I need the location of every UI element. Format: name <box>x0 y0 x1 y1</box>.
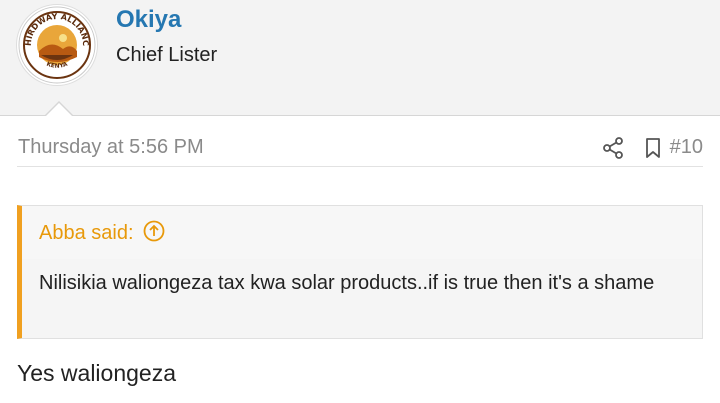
post-date-link[interactable]: Thursday at 5:56 PM <box>18 136 204 159</box>
header-pointer-inner <box>45 103 73 117</box>
share-icon[interactable] <box>601 136 625 160</box>
post-number-link[interactable]: #10 <box>670 136 703 159</box>
bookmark-icon[interactable] <box>641 136 665 160</box>
user-title: Chief Lister <box>116 44 218 66</box>
quote-author-link[interactable]: Abba said: <box>39 220 165 245</box>
post-meta-bar: Thursday at 5:56 PM #10 <box>17 132 703 167</box>
username-link[interactable]: Okiya <box>116 6 181 34</box>
post-user-header: THIRDWAY ALLIANCE KENYA Okiya Chief List… <box>0 0 720 116</box>
quote-block: Abba said: Nilisikia waliongeza tax kwa … <box>17 205 703 339</box>
thirdway-alliance-logo: THIRDWAY ALLIANCE KENYA <box>17 5 96 84</box>
arrow-up-circle-icon[interactable] <box>143 220 165 242</box>
quote-author-label[interactable]: Abba said: <box>39 222 134 244</box>
post-body-text: Yes waliongeza <box>17 360 176 386</box>
quote-text: Nilisikia waliongeza tax kwa solar produ… <box>39 272 655 294</box>
avatar[interactable]: THIRDWAY ALLIANCE KENYA <box>16 4 98 86</box>
